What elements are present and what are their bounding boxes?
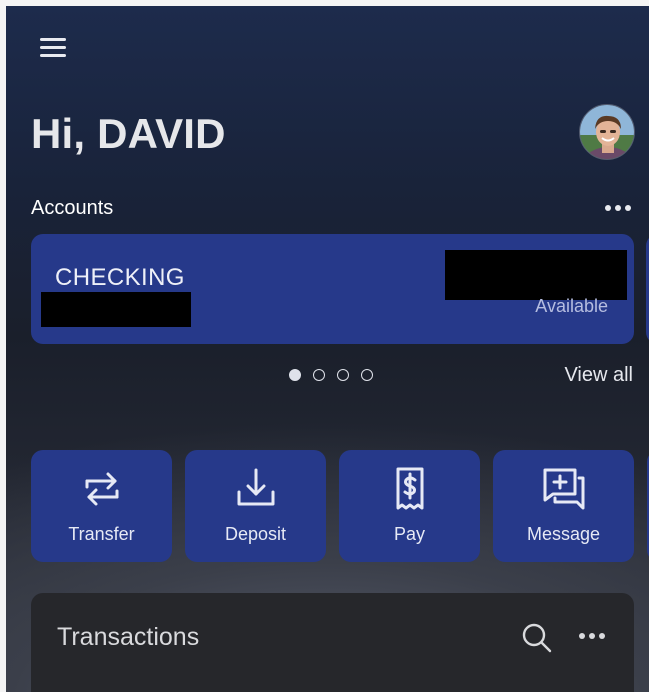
account-name: CHECKING [55,264,185,291]
app-screen: Hi, DAVID Accounts CHECKING Available Vi… [6,6,649,692]
account-number-redacted [41,292,191,327]
pager-dot-4[interactable] [361,369,373,381]
transfer-label: Transfer [68,524,135,544]
pager-dot-3[interactable] [337,369,349,381]
message-icon [543,468,584,510]
greeting-title: Hi, DAVID [31,110,226,157]
account-card-checking[interactable]: CHECKING Available [31,234,634,344]
transactions-more-button[interactable] [577,625,607,647]
accounts-more-button[interactable] [603,198,633,218]
avatar-photo-icon [580,105,634,159]
deposit-icon [237,468,274,506]
search-icon [522,623,552,653]
pager-dot-1[interactable] [289,369,301,381]
menu-icon-bar [40,54,66,57]
transfer-icon [85,472,118,506]
pay-button[interactable]: Pay [339,450,480,562]
pay-bill-icon [396,467,423,510]
transfer-button[interactable]: Transfer [31,450,172,562]
accounts-heading: Accounts [31,197,114,219]
account-balance-redacted [445,250,627,300]
view-all-link[interactable]: View all [564,364,633,387]
menu-icon-bar [40,38,66,41]
available-label: Available [535,296,608,316]
pager-dot-2[interactable] [313,369,325,381]
more-horizontal-icon [603,198,633,218]
profile-avatar[interactable] [579,104,635,160]
pay-label: Pay [393,524,426,544]
menu-icon-bar [40,46,66,49]
message-label: Message [526,524,601,544]
transactions-panel: Transactions [31,593,634,692]
message-button[interactable]: Message [493,450,634,562]
deposit-label: Deposit [224,524,287,544]
accounts-pager [289,369,373,381]
deposit-button[interactable]: Deposit [185,450,326,562]
transactions-search-button[interactable] [520,621,554,655]
quick-actions: Transfer Deposit Pay Message [31,450,649,562]
transactions-heading: Transactions [57,623,200,651]
more-horizontal-icon [577,625,607,647]
menu-button[interactable] [40,38,68,60]
